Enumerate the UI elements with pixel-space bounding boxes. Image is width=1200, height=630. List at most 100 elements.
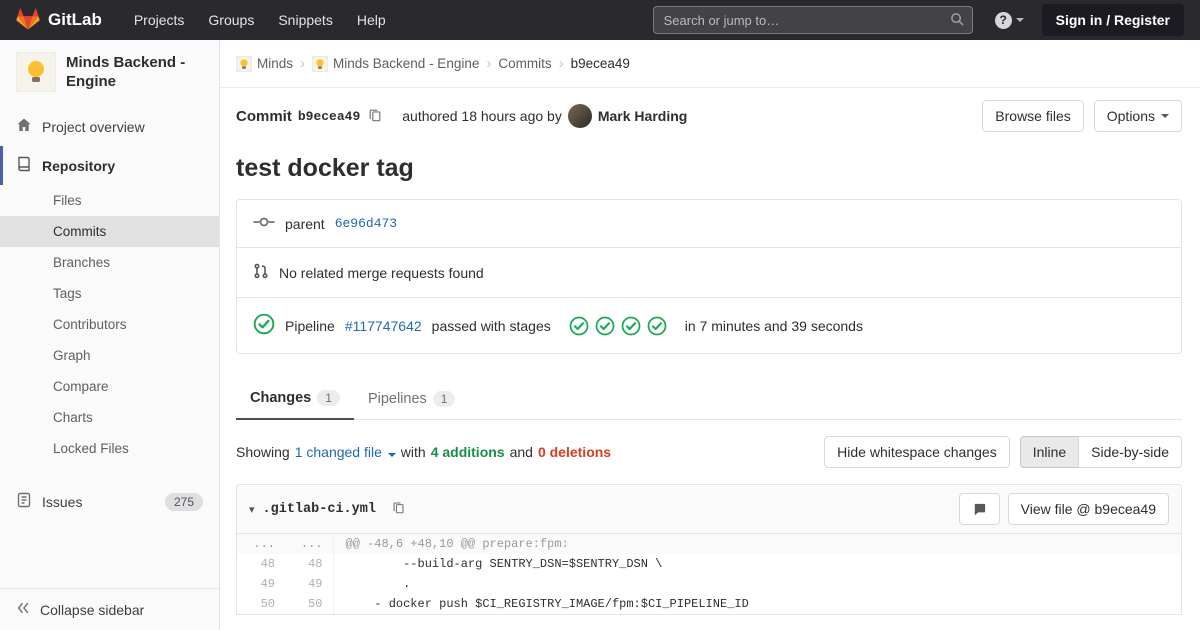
diff-line-text: .: [333, 574, 1181, 594]
diff-file-name: .gitlab-ci.yml: [263, 502, 376, 517]
sidebar-item-label: Repository: [42, 158, 115, 174]
nav-snippets[interactable]: Snippets: [266, 2, 344, 38]
issues-count-badge: 275: [165, 493, 203, 511]
sidebar-item-contributors[interactable]: Contributors: [0, 309, 219, 340]
tab-changes[interactable]: Changes 1: [236, 378, 354, 420]
nav-projects[interactable]: Projects: [122, 2, 197, 38]
breadcrumb-project[interactable]: Minds Backend - Engine: [312, 56, 479, 72]
sidebar-item-files[interactable]: Files: [0, 185, 219, 216]
collapse-label: Collapse sidebar: [40, 602, 144, 618]
author-avatar[interactable]: [568, 104, 592, 128]
old-line-number[interactable]: 50: [237, 594, 285, 614]
showing-label: Showing: [236, 444, 290, 460]
collapse-diff-icon[interactable]: ▾: [249, 503, 255, 516]
main-nav: Projects Groups Snippets Help: [122, 2, 398, 38]
commit-tabs: Changes 1 Pipelines 1: [236, 378, 1182, 420]
sidebar-item-commits[interactable]: Commits: [0, 216, 219, 247]
author-link[interactable]: Mark Harding: [598, 108, 687, 124]
breadcrumb: Minds › Minds Backend - Engine › Commits…: [220, 40, 1200, 88]
stage-passed-icon[interactable]: [647, 316, 667, 336]
sidebar-item-repository[interactable]: Repository: [0, 146, 219, 185]
pipelines-count-badge: 1: [433, 391, 456, 407]
nav-groups[interactable]: Groups: [196, 2, 266, 38]
deletions-count: 0 deletions: [538, 444, 611, 460]
sidebar-item-label: Issues: [42, 494, 82, 510]
pipeline-label: Pipeline: [285, 318, 335, 334]
collapse-sidebar-button[interactable]: Collapse sidebar: [0, 588, 219, 630]
project-title: Minds Backend - Engine: [66, 52, 203, 92]
pipeline-duration: in 7 minutes and 39 seconds: [685, 318, 863, 334]
collapse-icon: [16, 601, 30, 618]
sign-in-button[interactable]: Sign in / Register: [1042, 4, 1184, 36]
hide-whitespace-button[interactable]: Hide whitespace changes: [824, 436, 1010, 468]
breadcrumb-minds[interactable]: Minds: [236, 56, 293, 72]
help-dropdown[interactable]: ?: [995, 12, 1024, 29]
search-box: [653, 6, 973, 34]
new-line-number[interactable]: 49: [285, 574, 333, 594]
diff-context-row: 49 49 .: [237, 574, 1181, 594]
stage-passed-icon[interactable]: [569, 316, 589, 336]
new-line-number[interactable]: 48: [285, 554, 333, 574]
commit-parent-icon: [253, 215, 275, 232]
parent-sha-link[interactable]: 6e96d473: [335, 216, 397, 231]
old-line-number[interactable]: 49: [237, 574, 285, 594]
chevron-down-icon: [388, 453, 396, 457]
diff-hunk-row: ... ... @@ -48,6 +48,10 @@ prepare:fpm:: [237, 534, 1181, 554]
comment-on-file-button[interactable]: [959, 493, 1000, 525]
changes-count-badge: 1: [317, 390, 340, 406]
new-line-number[interactable]: 50: [285, 594, 333, 614]
sidebar-item-graph[interactable]: Graph: [0, 340, 219, 371]
pipeline-id-link[interactable]: #117747642: [345, 318, 422, 334]
project-avatar: [16, 52, 56, 95]
stage-passed-icon[interactable]: [595, 316, 615, 336]
repository-submenu: Files Commits Branches Tags Contributors…: [0, 185, 219, 464]
sidebar-item-branches[interactable]: Branches: [0, 247, 219, 278]
breadcrumb-separator: ›: [300, 55, 305, 72]
repository-icon: [16, 156, 32, 175]
top-navbar: GitLab Projects Groups Snippets Help ? S…: [0, 0, 1200, 40]
sidebar-item-issues[interactable]: Issues 275: [0, 482, 219, 521]
changed-files-dropdown[interactable]: 1 changed file: [295, 444, 396, 460]
gitlab-home-link[interactable]: GitLab: [16, 7, 102, 33]
nav-help[interactable]: Help: [345, 2, 398, 38]
side-by-side-view-button[interactable]: Side-by-side: [1078, 436, 1182, 468]
browse-files-button[interactable]: Browse files: [982, 100, 1083, 132]
sidebar-item-compare[interactable]: Compare: [0, 371, 219, 402]
diff-line-text: --build-arg SENTRY_DSN=$SENTRY_DSN \: [333, 554, 1181, 574]
old-line-number[interactable]: 48: [237, 554, 285, 574]
view-file-button[interactable]: View file @ b9ecea49: [1008, 493, 1169, 525]
search-icon[interactable]: [950, 12, 965, 30]
sidebar-item-locked-files[interactable]: Locked Files: [0, 433, 219, 464]
search-input[interactable]: [653, 6, 973, 34]
main-content: Minds › Minds Backend - Engine › Commits…: [220, 40, 1200, 630]
commit-meta-row: Commit b9ecea49 authored 18 hours ago by…: [236, 100, 1182, 132]
breadcrumb-separator: ›: [559, 55, 564, 72]
pipeline-stages: [569, 316, 667, 336]
chevron-down-icon: [1016, 18, 1024, 22]
tab-pipelines[interactable]: Pipelines 1: [354, 378, 470, 419]
diff-summary-row: Showing 1 changed file with 4 additions …: [236, 436, 1182, 468]
merge-request-icon: [253, 263, 269, 282]
options-dropdown-button[interactable]: Options: [1094, 100, 1182, 132]
sidebar-item-tags[interactable]: Tags: [0, 278, 219, 309]
chevron-down-icon: [1161, 114, 1169, 118]
commit-title: test docker tag: [236, 154, 1182, 183]
sidebar-item-project-overview[interactable]: Project overview: [0, 107, 219, 146]
breadcrumb-current-sha: b9ecea49: [571, 56, 630, 71]
issues-icon: [16, 492, 32, 511]
commit-info-box: parent 6e96d473 No related merge request…: [236, 199, 1182, 354]
breadcrumb-commits[interactable]: Commits: [498, 56, 551, 71]
home-icon: [16, 117, 32, 136]
commit-label: Commit: [236, 108, 292, 125]
pipeline-status-icon[interactable]: [253, 313, 275, 338]
sidebar-item-charts[interactable]: Charts: [0, 402, 219, 433]
inline-view-button[interactable]: Inline: [1020, 436, 1079, 468]
copy-file-path-button[interactable]: [388, 499, 409, 519]
pipeline-status-text: passed with stages: [432, 318, 551, 334]
additions-count: 4 additions: [431, 444, 505, 460]
stage-passed-icon[interactable]: [621, 316, 641, 336]
copy-sha-button[interactable]: [364, 106, 386, 127]
project-header[interactable]: Minds Backend - Engine: [0, 40, 219, 107]
authored-info: authored 18 hours ago by Mark Harding: [402, 104, 687, 128]
help-icon: ?: [995, 12, 1012, 29]
